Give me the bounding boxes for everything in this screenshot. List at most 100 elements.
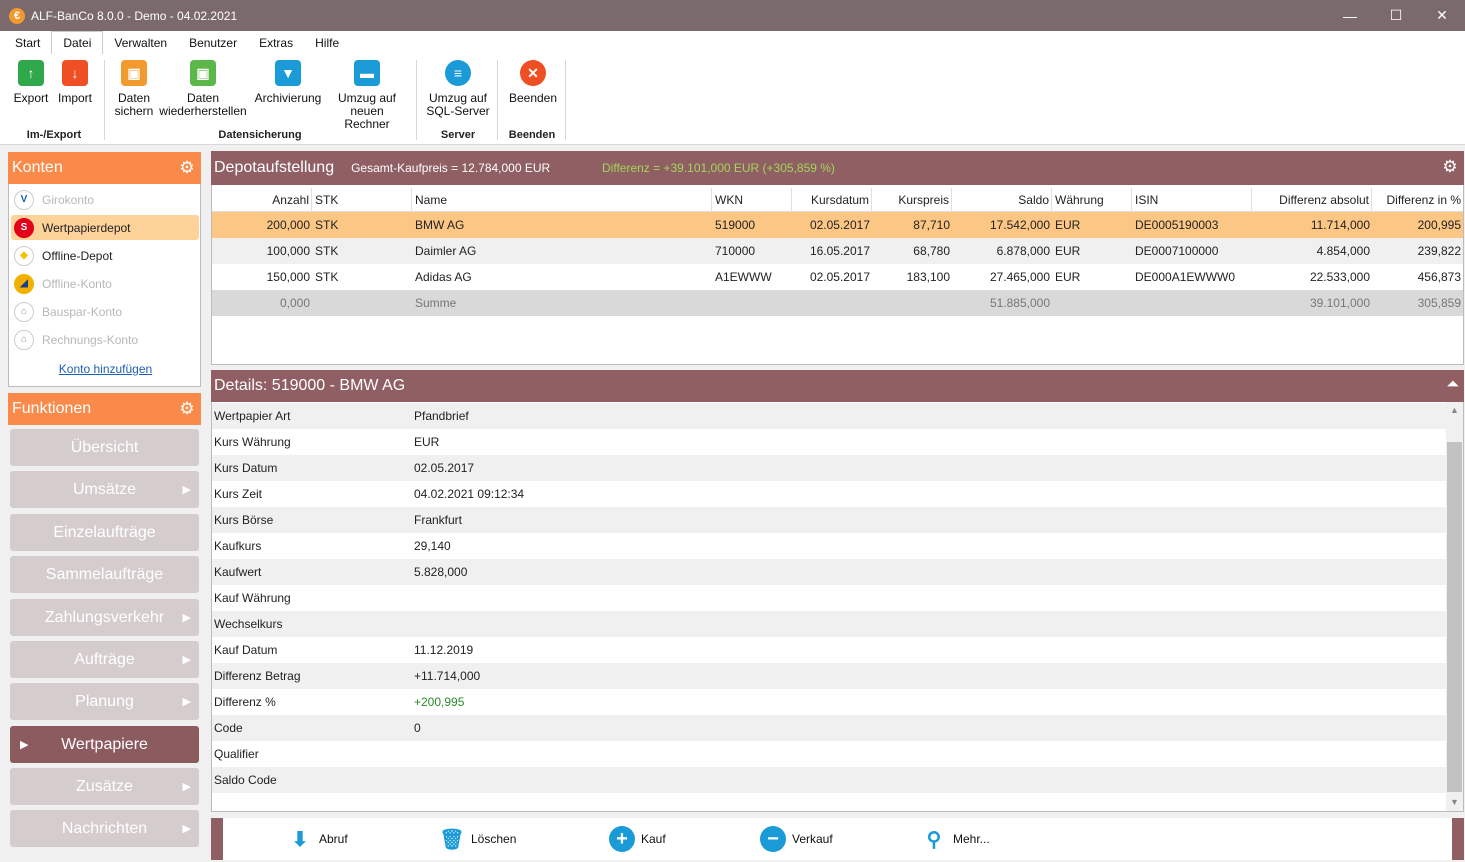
detail-row: Wechselkurs	[212, 611, 1446, 637]
konto-item-girokonto[interactable]: V Girokonto	[11, 187, 199, 212]
column-header-name[interactable]: Name	[412, 188, 712, 212]
kauf-button[interactable]: + Kauf	[609, 824, 666, 854]
konto-item-offline-konto[interactable]: ◢ Offline-Konto	[11, 271, 199, 296]
detail-key: Kauf Währung	[214, 591, 291, 605]
detail-key: Qualifier	[214, 747, 259, 761]
nav-planung[interactable]: Planung ▶	[10, 683, 199, 720]
daten-wiederherstellen-button[interactable]: ▣ Daten wiederherstellen	[158, 60, 248, 118]
cell-name: BMW AG	[415, 218, 465, 232]
sql-server-button[interactable]: ≡ Umzug auf SQL-Server	[424, 60, 492, 118]
menu-verwalten[interactable]: Verwalten	[103, 32, 178, 54]
maximize-button[interactable]: ☐	[1373, 0, 1419, 31]
funktionen-title: Funktionen	[12, 400, 92, 417]
menu-datei[interactable]: Datei	[51, 31, 104, 54]
table-row[interactable]: 200,000 STK BMW AG 519000 02.05.2017 87,…	[212, 212, 1463, 238]
column-header-diff-abs[interactable]: Differenz absolut	[1252, 188, 1372, 212]
verkauf-button[interactable]: − Verkauf	[760, 824, 833, 854]
umzug-button[interactable]: ▬ Umzug auf neuen Rechner	[326, 60, 408, 131]
nav-sammelauftraege[interactable]: Sammelaufträge	[10, 556, 199, 593]
detail-value: Pfandbrief	[414, 409, 469, 423]
abruf-button[interactable]: ⬇ Abruf	[287, 824, 348, 854]
close-window-button[interactable]: ✕	[1419, 0, 1465, 31]
menu-hilfe[interactable]: Hilfe	[304, 32, 350, 54]
vertical-scrollbar[interactable]: ▲ ▼	[1446, 402, 1463, 811]
beenden-button[interactable]: ✕ Beenden	[505, 60, 561, 105]
column-header-wkn[interactable]: WKN	[712, 188, 792, 212]
plus-circle-icon: +	[609, 826, 635, 852]
scrollbar-thumb[interactable]	[1447, 442, 1462, 792]
detail-key: Kurs Börse	[214, 513, 274, 527]
column-header-diff-pct[interactable]: Differenz in %	[1372, 188, 1463, 212]
import-button[interactable]: ↓ Import	[54, 60, 96, 105]
nav-uebersicht[interactable]: Übersicht	[10, 429, 199, 466]
konto-item-offline-depot[interactable]: ◆ Offline-Depot	[11, 243, 199, 268]
cell-name: Daimler AG	[415, 244, 477, 258]
column-header-stk[interactable]: STK	[312, 188, 412, 212]
column-header-kursdatum[interactable]: Kursdatum	[792, 188, 872, 212]
depot-header: Depotaufstellung Gesamt-Kaufpreis = 12.7…	[211, 151, 1464, 185]
scroll-down-icon[interactable]: ▼	[1446, 794, 1463, 811]
nav-zusaetze[interactable]: Zusätze ▶	[10, 768, 199, 805]
detail-row: Saldo Code	[212, 767, 1446, 793]
menu-extras[interactable]: Extras	[248, 32, 304, 54]
cell-anzahl: 100,000	[266, 244, 310, 258]
chevron-right-icon: ▶	[182, 612, 191, 624]
cell-waehrung: EUR	[1055, 218, 1081, 232]
konten-list: V Girokonto S Wertpapierdepot ◆ Offline-…	[8, 184, 201, 387]
detail-value: +200,995	[414, 695, 465, 709]
gear-icon[interactable]: ⚙	[1441, 158, 1459, 176]
minimize-button[interactable]: —	[1327, 0, 1373, 31]
column-header-kurspreis[interactable]: Kurspreis	[872, 188, 952, 212]
nav-auftraege[interactable]: Aufträge ▶	[10, 641, 199, 678]
paperclip-icon: ⚲	[926, 828, 942, 851]
bank-logo-icon: ◢	[14, 273, 34, 294]
konto-item-wertpapierdepot[interactable]: S Wertpapierdepot	[11, 215, 199, 240]
menu-benutzer[interactable]: Benutzer	[178, 32, 248, 54]
scroll-up-icon[interactable]: ▲	[1446, 402, 1463, 419]
archivierung-button[interactable]: ▼ Archivierung	[252, 60, 324, 105]
nav-einzelauftraege[interactable]: Einzelaufträge	[10, 514, 199, 551]
group-label: Im-/Export	[26, 129, 82, 141]
cell-kursdatum: 02.05.2017	[809, 270, 870, 284]
column-header-waehrung[interactable]: Währung	[1052, 188, 1132, 212]
lock-icon: ▣	[121, 60, 147, 86]
collapse-up-icon[interactable]: ⏶	[1446, 376, 1459, 394]
gear-icon[interactable]: ⚙	[178, 400, 196, 418]
menu-start[interactable]: Start	[4, 32, 51, 54]
commerzbank-icon: ◆	[14, 245, 34, 266]
close-icon: ✕	[520, 60, 546, 86]
cell-isin: DE0007100000	[1135, 244, 1219, 258]
cell-diff-pct: 456,873	[1417, 270, 1461, 284]
detail-row: Code 0	[212, 715, 1446, 741]
column-header-isin[interactable]: ISIN	[1132, 188, 1252, 212]
nav-nachrichten[interactable]: Nachrichten ▶	[10, 810, 199, 847]
nav-wertpapiere[interactable]: ▶ Wertpapiere	[10, 726, 199, 763]
konto-item-bauspar-konto[interactable]: ⌂ Bauspar-Konto	[11, 299, 199, 324]
group-beenden: ✕ Beenden Beenden	[501, 54, 563, 145]
konto-label: Wertpapierdepot	[42, 220, 131, 235]
detail-key: Kaufwert	[214, 565, 262, 579]
detail-key: Wechselkurs	[214, 617, 283, 631]
column-header-saldo[interactable]: Saldo	[952, 188, 1052, 212]
detail-value: 11.12.2019	[414, 643, 474, 657]
nav-label: Aufträge	[74, 650, 135, 668]
nav-umsaetze[interactable]: Umsätze ▶	[10, 471, 199, 508]
sum-label: Summe	[415, 296, 457, 310]
detail-row: Wertpapier Art Pfandbrief	[212, 403, 1446, 429]
gear-icon[interactable]: ⚙	[178, 159, 196, 177]
konto-item-rechnungs-konto[interactable]: ⌂ Rechnungs-Konto	[11, 327, 199, 352]
konto-label: Offline-Depot	[42, 248, 113, 263]
daten-sichern-button[interactable]: ▣ Daten sichern	[110, 60, 158, 118]
mehr-button[interactable]: ⚲ Mehr...	[921, 824, 990, 854]
export-button[interactable]: ↑ Export	[12, 60, 50, 105]
konto-hinzufuegen-link[interactable]: Konto hinzufügen	[9, 362, 202, 376]
nav-zahlungsverkehr[interactable]: Zahlungsverkehr ▶	[10, 599, 199, 636]
table-row[interactable]: 150,000 STK Adidas AG A1EWWW 02.05.2017 …	[212, 264, 1463, 290]
depot-table: Anzahl STK Name WKN Kursdatum Kurspreis …	[211, 185, 1464, 365]
konto-label: Girokonto	[42, 192, 95, 207]
loeschen-button[interactable]: 🗑 Löschen	[439, 824, 516, 854]
details-title: Details: 519000 - BMW AG	[214, 377, 406, 394]
column-header-anzahl[interactable]: Anzahl	[212, 188, 312, 212]
table-row[interactable]: 100,000 STK Daimler AG 710000 16.05.2017…	[212, 238, 1463, 264]
sum-anzahl: 0,000	[279, 296, 310, 310]
